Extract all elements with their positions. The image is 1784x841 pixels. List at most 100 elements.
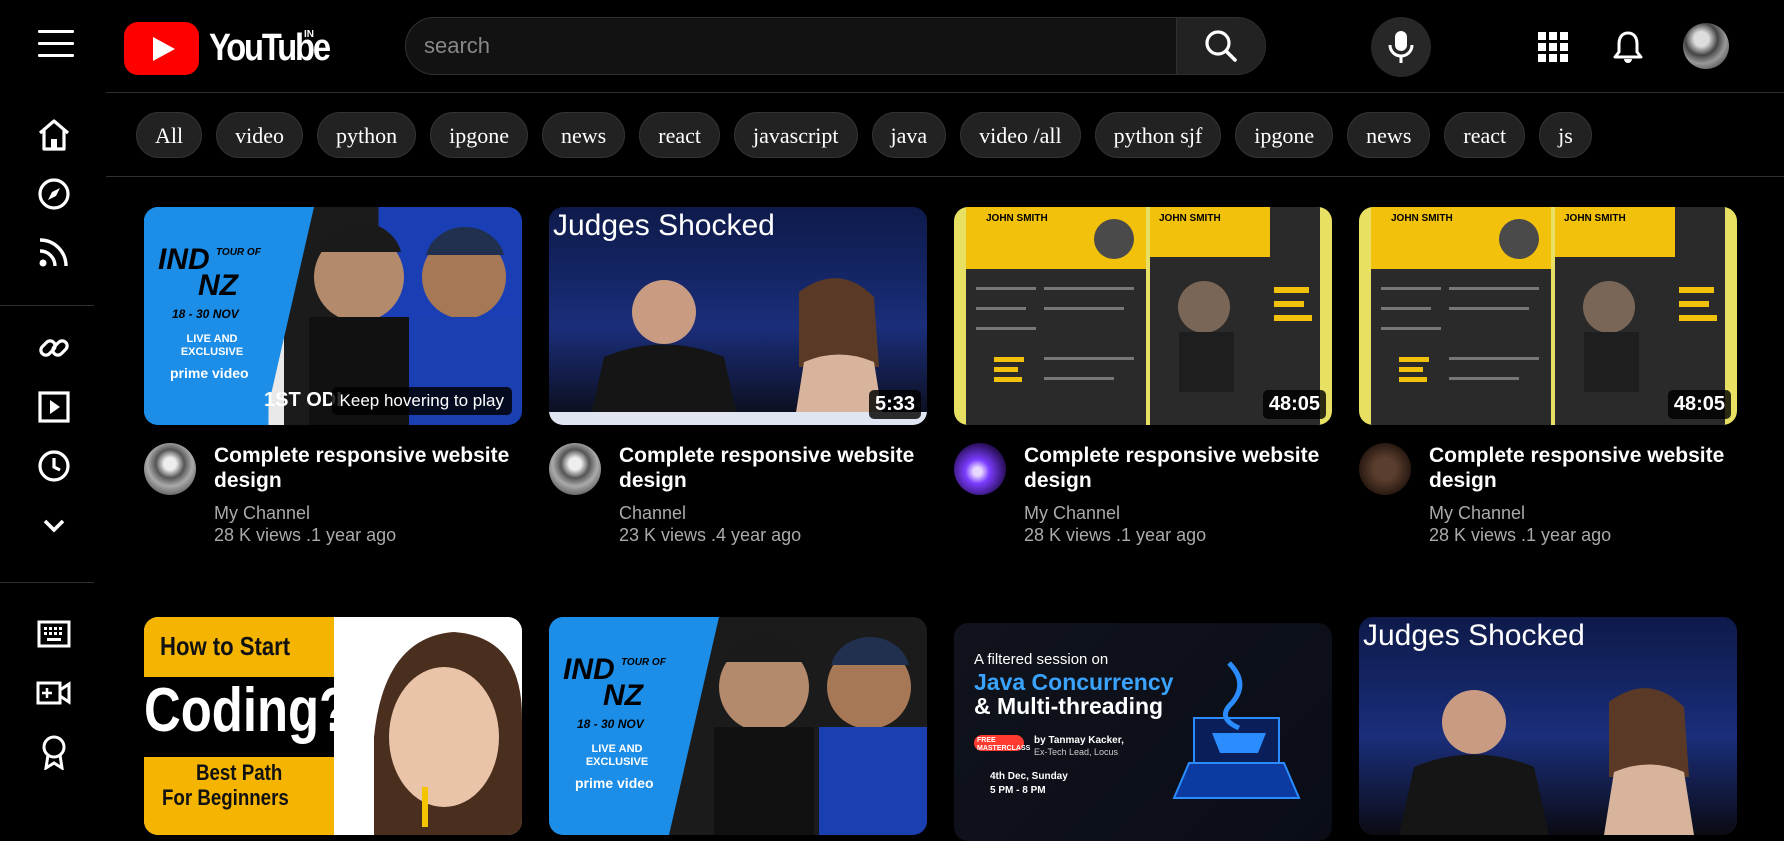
video-card: JOHN SMITH JOHN SMITH 48:05 Complete res…	[954, 207, 1332, 563]
thumb-line4: For Beginners	[162, 785, 289, 810]
account-avatar[interactable]	[1683, 23, 1729, 69]
thumb-line2: & Multi-threading	[974, 693, 1164, 719]
bell-icon	[1613, 31, 1643, 63]
video-card: How to Start Coding? Best Path For Begin…	[144, 617, 522, 835]
chip[interactable]: python sjf	[1094, 112, 1222, 158]
award-icon	[42, 735, 66, 770]
sidebar-item-links[interactable]	[34, 328, 74, 368]
chevron-down-icon	[43, 519, 65, 533]
search-button[interactable]	[1176, 18, 1265, 74]
video-thumbnail[interactable]: JOHN SMITH JOHN SMITH 48:05	[1359, 207, 1737, 425]
video-thumbnail[interactable]: JOHN SMITH JOHN SMITH 48:05	[954, 207, 1332, 425]
video-stats: 28 K views .1 year ago	[214, 525, 397, 545]
voice-search-button[interactable]	[1371, 17, 1431, 77]
chip[interactable]: news	[542, 112, 626, 158]
video-duration: 5:33	[868, 390, 921, 419]
thumb-name: JOHN SMITH	[1159, 213, 1221, 224]
chip[interactable]: js	[1539, 112, 1592, 158]
channel-avatar[interactable]	[954, 443, 1006, 495]
link-icon	[39, 339, 69, 357]
chip[interactable]: java	[871, 112, 947, 158]
thumb-date: 4th Dec, Sunday	[990, 771, 1068, 782]
thumb-line3: Best Path	[196, 760, 283, 785]
video-thumbnail[interactable]: IND TOUR OF NZ 18 - 30 NOV LIVE AND EXCL…	[144, 207, 522, 425]
thumb-tour: TOUR OF	[216, 247, 261, 258]
video-thumbnail[interactable]: IND TOUR OF NZ 18 - 30 NOV LIVE AND EXCL…	[549, 617, 927, 835]
video-duration: 48:05	[1262, 390, 1326, 419]
explore-compass-icon	[38, 178, 70, 210]
sidebar-item-home[interactable]	[34, 115, 74, 155]
channel-avatar[interactable]	[549, 443, 601, 495]
thumb-live: LIVE AND EXCLUSIVE	[585, 743, 649, 768]
subscriptions-feed-icon	[39, 238, 68, 267]
top-bar: YouTube IN	[0, 0, 1784, 92]
search-input[interactable]	[406, 18, 1265, 74]
apps-grid-icon	[1538, 32, 1568, 62]
thumb-intro: A filtered session on	[974, 651, 1109, 668]
channel-avatar[interactable]	[144, 443, 196, 495]
thumb-live: LIVE AND EXCLUSIVE	[180, 333, 244, 358]
thumb-time: 5 PM - 8 PM	[990, 785, 1046, 796]
video-meta: Complete responsive website design My Ch…	[1359, 443, 1737, 563]
keyboard-icon	[37, 620, 71, 648]
video-camera-icon	[36, 681, 71, 705]
video-thumbnail[interactable]: How to Start Coding? Best Path For Begin…	[144, 617, 522, 835]
video-duration: 48:05	[1667, 390, 1731, 419]
hamburger-menu-icon[interactable]	[38, 30, 74, 60]
video-title[interactable]: Complete responsive website design	[1024, 443, 1329, 493]
chip[interactable]: react	[639, 112, 720, 158]
thumb-prime: prime video	[170, 365, 249, 381]
chip-all[interactable]: All	[136, 112, 203, 158]
thumb-tour: TOUR OF	[621, 657, 666, 668]
thumb-line2: Coding?	[144, 676, 351, 745]
chip[interactable]: video	[216, 112, 304, 158]
sidebar-item-create[interactable]	[34, 673, 74, 713]
chip[interactable]: ipgone	[430, 112, 529, 158]
youtube-logo[interactable]: YouTube IN	[124, 21, 348, 75]
sidebar-item-awards[interactable]	[34, 732, 74, 772]
channel-name[interactable]: My Channel	[1429, 503, 1525, 524]
chip[interactable]: ipgone	[1235, 112, 1334, 158]
channel-avatar[interactable]	[1359, 443, 1411, 495]
chip[interactable]: news	[1347, 112, 1431, 158]
sidebar-item-explore[interactable]	[34, 174, 74, 214]
video-thumbnail[interactable]: A filtered session on Java Concurrency &…	[954, 623, 1332, 841]
video-title[interactable]: Complete responsive website design	[214, 443, 519, 493]
notifications-button[interactable]	[1605, 24, 1651, 70]
search-icon	[1205, 30, 1237, 62]
thumb-line1: How to Start	[160, 631, 291, 661]
header-divider	[106, 92, 1784, 93]
channel-name[interactable]: My Channel	[1024, 503, 1120, 524]
sidebar-item-history[interactable]	[34, 446, 74, 486]
video-card: A filtered session on Java Concurrency &…	[954, 623, 1332, 841]
channel-name[interactable]: My Channel	[214, 503, 310, 524]
sidebar-item-keyboard[interactable]	[34, 614, 74, 654]
thumb-role: Ex-Tech Lead, Locus	[1034, 747, 1119, 757]
video-card: JOHN SMITH JOHN SMITH 48:05 Complete res…	[1359, 207, 1737, 563]
video-meta: Complete responsive website design Chann…	[549, 443, 927, 563]
hover-to-play-label: Keep hovering to play	[331, 387, 512, 415]
thumb-nz: NZ	[198, 269, 238, 302]
thumb-odi: 1ST ODI	[264, 389, 342, 411]
sidebar-item-subscriptions[interactable]	[34, 232, 74, 272]
video-title[interactable]: Complete responsive website design	[619, 443, 924, 493]
chip[interactable]: python	[317, 112, 417, 158]
chip[interactable]: react	[1444, 112, 1526, 158]
thumb-headline: Judges Shocked	[1363, 619, 1585, 652]
thumb-prime: prime video	[575, 775, 654, 791]
channel-name[interactable]: Channel	[619, 503, 686, 524]
video-stats: 28 K views .1 year ago	[1024, 525, 1207, 545]
sidebar-item-your-videos[interactable]	[34, 387, 74, 427]
search-box	[405, 17, 1266, 75]
video-thumbnail[interactable]: Judges Shocked 5:33	[549, 207, 927, 425]
sidebar	[0, 92, 94, 801]
chip[interactable]: javascript	[733, 112, 858, 158]
sidebar-item-show-more[interactable]	[34, 505, 74, 545]
apps-grid-button[interactable]	[1530, 24, 1576, 70]
video-card: IND TOUR OF NZ 18 - 30 NOV LIVE AND EXCL…	[144, 207, 522, 563]
sidebar-divider	[0, 582, 94, 583]
chip[interactable]: video /all	[960, 112, 1081, 158]
video-meta: Complete responsive website design My Ch…	[954, 443, 1332, 563]
video-title[interactable]: Complete responsive website design	[1429, 443, 1734, 493]
video-thumbnail[interactable]: Judges Shocked	[1359, 617, 1737, 835]
